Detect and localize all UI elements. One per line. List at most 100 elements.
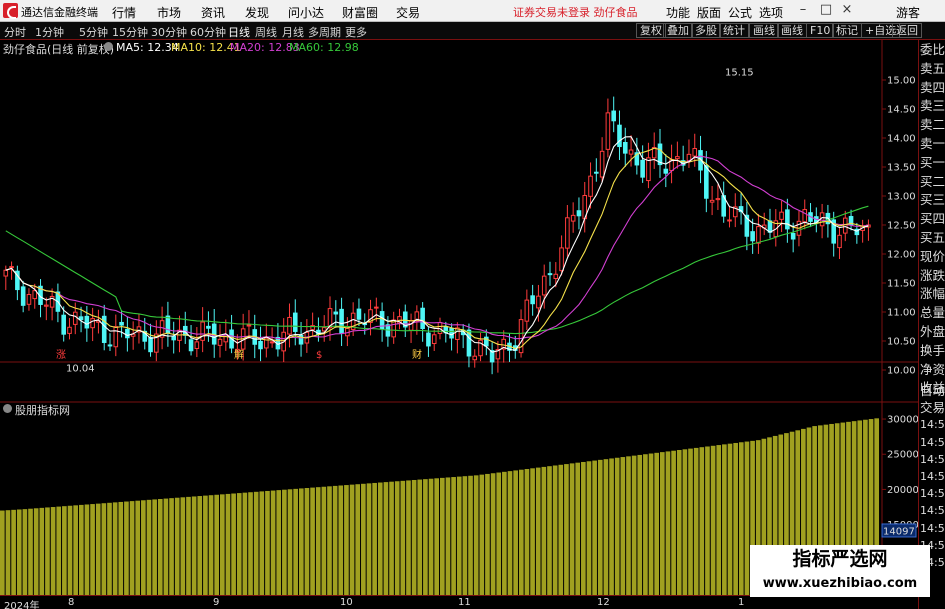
draw-button-2[interactable]: 画线 bbox=[777, 23, 807, 38]
menu-layout[interactable]: 版面 bbox=[697, 4, 721, 21]
indicator-bar bbox=[575, 462, 581, 595]
indicator-bar bbox=[727, 443, 733, 595]
stats-button[interactable]: 统计 bbox=[719, 23, 749, 38]
period-more[interactable]: 更多 bbox=[345, 24, 367, 40]
mark-button[interactable]: 标记 bbox=[832, 23, 862, 38]
stock-title: 劲仔食品(日线 前复权) bbox=[3, 43, 115, 56]
quote-field-label: 委比 bbox=[920, 42, 945, 57]
candle-body bbox=[779, 211, 784, 220]
period-5min[interactable]: 5分钟 bbox=[79, 24, 108, 40]
adjust-button[interactable]: 复权 bbox=[636, 23, 666, 38]
date-label: 8 bbox=[68, 597, 75, 608]
indicator-bar bbox=[609, 458, 614, 595]
date-label: 1 bbox=[738, 597, 745, 608]
period-daily[interactable]: 日线 bbox=[228, 24, 250, 40]
candle-body bbox=[426, 332, 431, 347]
multi-stock-button[interactable]: 多股 bbox=[691, 23, 721, 38]
period-60min[interactable]: 60分钟 bbox=[190, 24, 226, 40]
indicator-bar bbox=[417, 479, 423, 595]
draw-line-button[interactable]: 画线 bbox=[749, 23, 779, 38]
candle-body bbox=[194, 341, 200, 350]
candle-body bbox=[640, 159, 645, 178]
indicator-bar bbox=[16, 509, 22, 595]
indicator-bar bbox=[592, 460, 597, 595]
indicator-bar bbox=[643, 454, 648, 595]
menu-options[interactable]: 选项 bbox=[759, 4, 783, 21]
settings-dot-icon[interactable] bbox=[104, 42, 113, 51]
close-icon[interactable]: × bbox=[838, 2, 856, 18]
date-label: 12 bbox=[597, 597, 610, 608]
period-weekly[interactable]: 周线 bbox=[255, 24, 277, 40]
overlay-button[interactable]: 叠加 bbox=[663, 23, 693, 38]
candle-body bbox=[188, 339, 194, 352]
period-multi[interactable]: 多周期 bbox=[308, 24, 341, 40]
indicator-bar bbox=[496, 472, 502, 595]
indicator-bar bbox=[361, 483, 366, 595]
indicator-bar bbox=[270, 490, 276, 595]
indicator-bar bbox=[552, 465, 558, 595]
back-button[interactable]: 返回 bbox=[892, 23, 922, 38]
price-axis-label: 13.50 bbox=[887, 163, 916, 174]
login-warning[interactable]: 证券交易未登录 劲仔食品 bbox=[513, 4, 638, 20]
candle-body bbox=[431, 334, 437, 345]
indicator-bar bbox=[321, 486, 327, 595]
candle-body bbox=[171, 335, 176, 341]
menu-market[interactable]: 市场 bbox=[157, 4, 181, 21]
trade-time-label: 14:56 bbox=[920, 452, 945, 466]
period-15min[interactable]: 15分钟 bbox=[112, 24, 148, 40]
period-1min[interactable]: 1分钟 bbox=[35, 24, 64, 40]
sub-settings-icon[interactable] bbox=[3, 404, 12, 413]
indicator-bar bbox=[50, 507, 56, 595]
price-axis-label: 10.00 bbox=[887, 366, 916, 377]
candle-body bbox=[113, 326, 119, 348]
menu-wealth[interactable]: 财富圈 bbox=[342, 4, 378, 21]
candle-body bbox=[785, 209, 790, 230]
menu-function[interactable]: 功能 bbox=[666, 4, 690, 21]
candle-body bbox=[756, 226, 761, 244]
guest-label[interactable]: 游客 bbox=[896, 4, 920, 21]
indicator-bar bbox=[62, 506, 67, 595]
candle-body bbox=[408, 320, 414, 331]
indicator-bar bbox=[355, 484, 361, 595]
period-monthly[interactable]: 月线 bbox=[282, 24, 304, 40]
candle-body bbox=[472, 355, 478, 361]
maximize-icon[interactable]: □ bbox=[817, 2, 835, 18]
indicator-bar bbox=[411, 479, 417, 595]
menu-discover[interactable]: 发现 bbox=[245, 4, 269, 21]
period-30min[interactable]: 30分钟 bbox=[151, 24, 187, 40]
indicator-bar bbox=[637, 454, 643, 595]
candle-body bbox=[622, 142, 628, 154]
candle-body bbox=[356, 308, 362, 320]
indicator-bar bbox=[5, 510, 11, 595]
indicator-bar bbox=[547, 466, 552, 595]
period-intraday[interactable]: 分时 bbox=[4, 24, 26, 40]
price-axis-label: 15.00 bbox=[887, 76, 916, 87]
indicator-bar bbox=[332, 485, 338, 595]
indicator-bar bbox=[564, 464, 569, 595]
candle-body bbox=[420, 307, 425, 330]
candle-body bbox=[663, 168, 669, 174]
indicator-bar bbox=[236, 493, 242, 595]
indicator-bar bbox=[490, 473, 496, 595]
indicator-bar bbox=[705, 446, 710, 595]
kline-chart[interactable]: 15.00 14.50 14.00 13.50 13.00 12.50 12.00 11.50… bbox=[0, 40, 918, 595]
menu-formula[interactable]: 公式 bbox=[728, 4, 752, 21]
menu-news[interactable]: 资讯 bbox=[201, 4, 225, 21]
price-axis-label: 11.00 bbox=[887, 308, 916, 319]
indicator-bar bbox=[366, 483, 372, 595]
quote-field-label: 卖一 bbox=[920, 136, 945, 151]
indicator-bar bbox=[146, 499, 152, 595]
menu-ask[interactable]: 问小达 bbox=[288, 4, 324, 21]
indicator-bar bbox=[259, 491, 265, 595]
candle-body bbox=[437, 322, 443, 334]
menu-quotes[interactable]: 行情 bbox=[112, 4, 136, 21]
date-label: 2024年 bbox=[4, 601, 40, 609]
menu-trade[interactable]: 交易 bbox=[396, 4, 420, 21]
quote-field-label: 买五 bbox=[920, 230, 945, 245]
quote-field-label: 现价 bbox=[920, 248, 945, 264]
f10-button[interactable]: F10 bbox=[806, 23, 835, 38]
indicator-bar bbox=[400, 480, 406, 595]
quote-field-label: 买四 bbox=[920, 211, 945, 227]
minimize-icon[interactable]: – bbox=[794, 2, 812, 18]
quote-field-label: 买一 bbox=[920, 154, 945, 170]
